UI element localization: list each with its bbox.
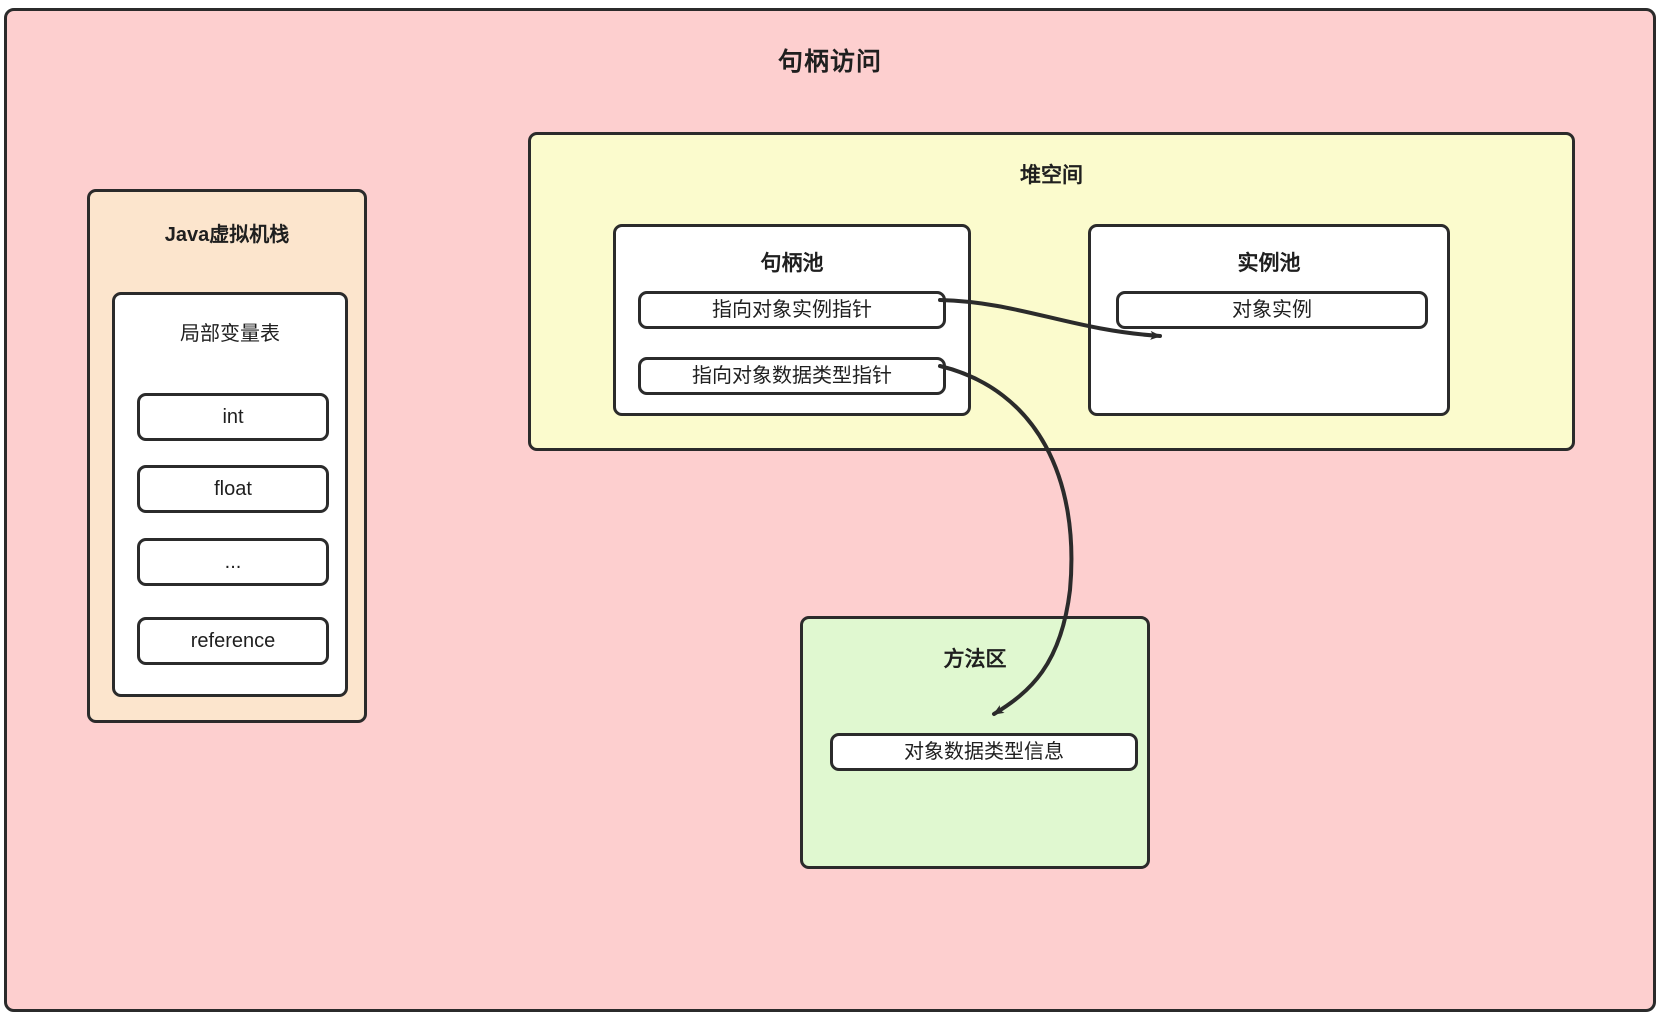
heap-space-title: 堆空间 <box>1020 164 1083 187</box>
heap-space-box: 堆空间 句柄池 指向对象实例指针 指向对象数据类型指针 实例池 对象实例 <box>528 132 1575 451</box>
method-area-title: 方法区 <box>943 648 1007 671</box>
diagram-canvas: 句柄访问 Java虚拟机栈 局部变量表 int float ... refere… <box>0 0 1664 1022</box>
handle-access-region: 句柄访问 Java虚拟机栈 局部变量表 int float ... refere… <box>4 8 1656 1012</box>
local-variable-table-box: 局部变量表 int float ... reference <box>112 292 348 697</box>
diagram-title: 句柄访问 <box>777 48 882 76</box>
instance-pool-row-object-instance: 对象实例 <box>1116 291 1428 329</box>
handle-pool-box: 句柄池 指向对象实例指针 指向对象数据类型指针 <box>613 224 971 416</box>
method-area-box: 方法区 对象数据类型信息 <box>800 616 1150 869</box>
local-variable-table-title: 局部变量表 <box>180 323 280 345</box>
instance-pool-title: 实例池 <box>1237 252 1301 275</box>
method-area-row-type-info: 对象数据类型信息 <box>830 733 1138 771</box>
local-var-slot: int <box>137 393 329 441</box>
instance-pool-box: 实例池 对象实例 <box>1088 224 1450 416</box>
jvm-stack-box: Java虚拟机栈 局部变量表 int float ... reference <box>87 189 367 723</box>
jvm-stack-title: Java虚拟机栈 <box>164 224 290 246</box>
local-var-slot: ... <box>137 538 329 586</box>
local-var-slot: reference <box>137 617 329 665</box>
handle-pool-title: 句柄池 <box>760 252 824 275</box>
handle-pool-row-instance-pointer: 指向对象实例指针 <box>638 291 946 329</box>
local-var-slot: float <box>137 465 329 513</box>
handle-pool-row-type-pointer: 指向对象数据类型指针 <box>638 357 946 395</box>
